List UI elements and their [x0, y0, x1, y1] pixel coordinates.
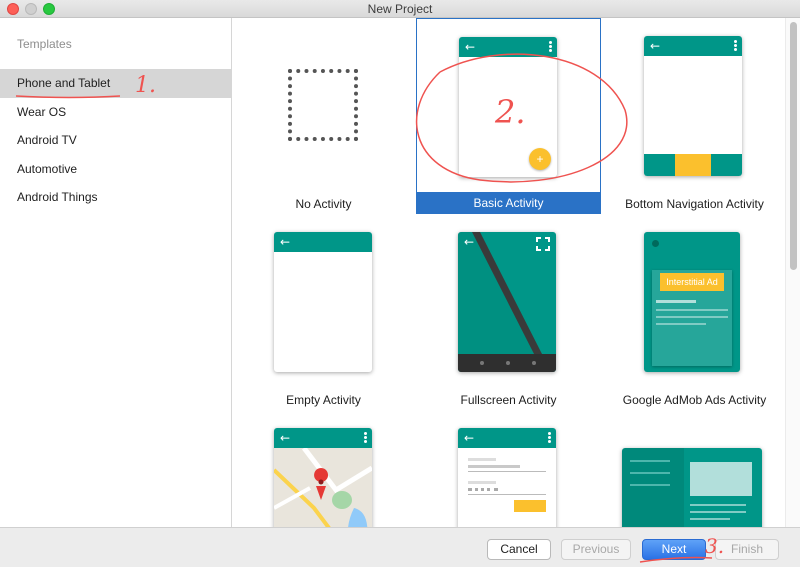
new-project-window: New Project Templates Phone and Tablet W… [0, 0, 800, 567]
maps-preview: ← [274, 428, 372, 527]
template-no-activity[interactable]: No Activity [232, 18, 415, 214]
previous-button[interactable]: Previous [561, 539, 631, 560]
sidebar-item-phone-and-tablet[interactable]: Phone and Tablet [0, 69, 231, 98]
fullscreen-expand-icon [536, 237, 550, 251]
app-bar: ← [459, 37, 557, 57]
template-label: Bottom Navigation Activity [625, 197, 764, 211]
status-dot [652, 240, 659, 247]
template-login-activity[interactable]: ← [416, 410, 601, 527]
scrollbar-thumb[interactable] [790, 22, 797, 270]
overflow-menu-icon [734, 40, 737, 51]
window-title: New Project [367, 2, 433, 16]
sidebar-item-wear-os[interactable]: Wear OS [0, 98, 231, 127]
bottom-navigation-preview: ← [644, 36, 742, 176]
interstitial-card: Interstitial Ad [652, 270, 732, 366]
fullscreen-diagonal-graphic [458, 232, 556, 372]
app-bar: ← [274, 232, 372, 252]
sidebar-item-automotive[interactable]: Automotive [0, 155, 231, 184]
wizard-footer: Cancel Previous Next Finish [0, 527, 800, 567]
templates-sidebar: Templates Phone and Tablet Wear OS Andro… [0, 18, 232, 527]
admob-preview: Interstitial Ad [644, 232, 740, 372]
template-label: Fullscreen Activity [460, 393, 557, 407]
app-bar: ← [644, 36, 742, 56]
title-bar: New Project [0, 0, 800, 18]
overflow-menu-icon [548, 432, 551, 443]
template-master-detail-flow[interactable] [602, 410, 787, 527]
template-bottom-navigation-activity[interactable]: ← Bottom Navigation Activity [602, 18, 787, 214]
template-label: No Activity [295, 197, 352, 211]
template-fullscreen-activity[interactable]: ← Fullscreen Activity [416, 214, 601, 410]
app-bar: ← [274, 428, 372, 448]
empty-activity-preview: ← [274, 232, 372, 372]
sidebar-header: Templates [17, 37, 72, 51]
back-arrow-icon: ← [465, 40, 476, 54]
template-label: Empty Activity [286, 393, 361, 407]
fullscreen-preview: ← [458, 232, 556, 372]
back-arrow-icon: ← [280, 235, 291, 249]
back-arrow-icon: ← [650, 39, 661, 53]
template-label: Google AdMob Ads Activity [622, 393, 767, 407]
template-empty-activity[interactable]: ← Empty Activity [232, 214, 415, 410]
master-detail-preview [622, 448, 762, 527]
gallery-scrollbar[interactable] [785, 18, 800, 527]
finish-button[interactable]: Finish [715, 539, 779, 560]
template-google-maps-activity[interactable]: ← [232, 410, 415, 527]
login-preview: ← [458, 428, 556, 527]
empty-template-placeholder [288, 69, 358, 141]
map-graphic [274, 448, 372, 527]
sidebar-item-android-things[interactable]: Android Things [0, 183, 231, 212]
next-button[interactable]: Next [642, 539, 706, 560]
back-arrow-icon: ← [464, 235, 475, 249]
fab-plus-icon: + [529, 148, 551, 170]
template-basic-activity[interactable]: ← + Basic Activity [416, 18, 601, 214]
overflow-menu-icon [549, 41, 552, 52]
bottom-nav-bar [644, 154, 742, 176]
template-gallery: No Activity ← + Basic Activity ← Bottom … [232, 18, 800, 527]
sidebar-item-android-tv[interactable]: Android TV [0, 126, 231, 155]
template-google-admob-ads-activity[interactable]: Interstitial Ad Google AdMob Ads Activit… [602, 214, 787, 410]
app-bar: ← [458, 428, 556, 448]
back-arrow-icon: ← [464, 431, 475, 445]
interstitial-ad-badge: Interstitial Ad [660, 273, 724, 291]
cancel-button[interactable]: Cancel [487, 539, 551, 560]
sign-in-button-graphic [514, 500, 546, 512]
back-arrow-icon: ← [280, 431, 291, 445]
basic-activity-preview: ← + [459, 37, 557, 177]
overflow-menu-icon [364, 432, 367, 443]
template-label: Basic Activity [417, 192, 600, 214]
